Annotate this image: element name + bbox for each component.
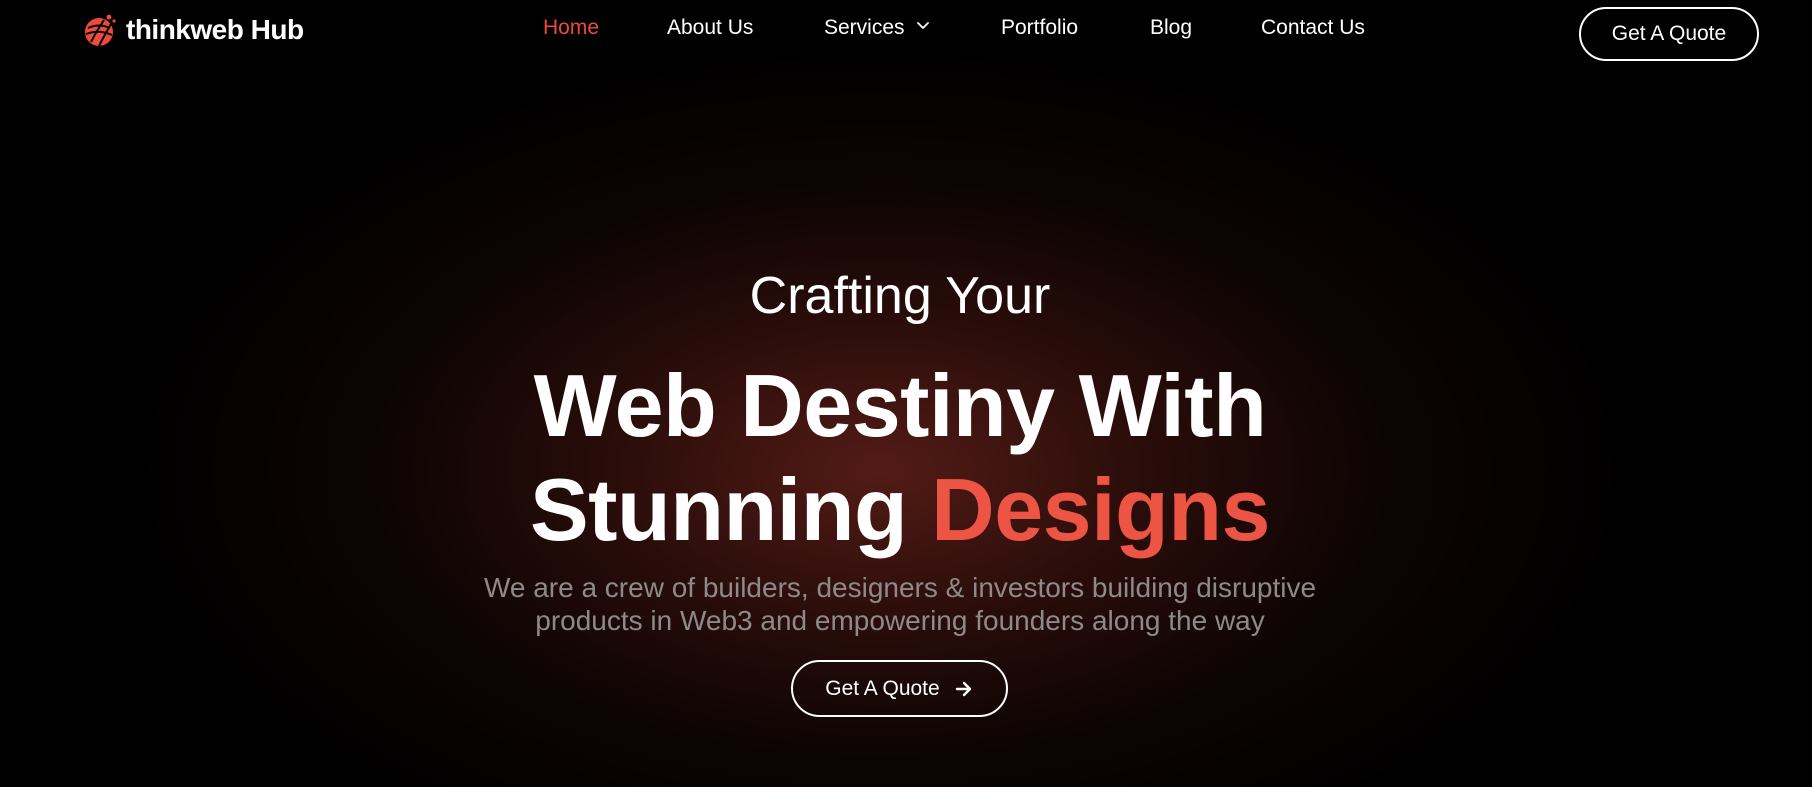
hero-section: Crafting Your Web Destiny With Stunning … xyxy=(0,0,1812,787)
hero-description-line1: We are a crew of builders, designers & i… xyxy=(483,572,1317,603)
hero-description: We are a crew of builders, designers & i… xyxy=(0,571,1800,637)
hero-title-line2-plain: Stunning xyxy=(529,460,932,559)
hero-title: Web Destiny With Stunning Designs xyxy=(0,354,1800,562)
hero-get-quote-label: Get A Quote xyxy=(825,676,940,700)
hero-get-quote-button[interactable]: Get A Quote xyxy=(791,660,1008,717)
hero-title-accent: Designs xyxy=(931,460,1270,559)
hero-description-line2: products in Web3 and empowering founders… xyxy=(535,605,1265,636)
landing-page: thinkweb Hub Home About Us Services Port… xyxy=(0,0,1812,787)
arrow-right-icon xyxy=(955,681,971,696)
hero-subtitle: Crafting Your xyxy=(749,267,1051,325)
hero-title-line1: Web Destiny With xyxy=(533,356,1267,455)
